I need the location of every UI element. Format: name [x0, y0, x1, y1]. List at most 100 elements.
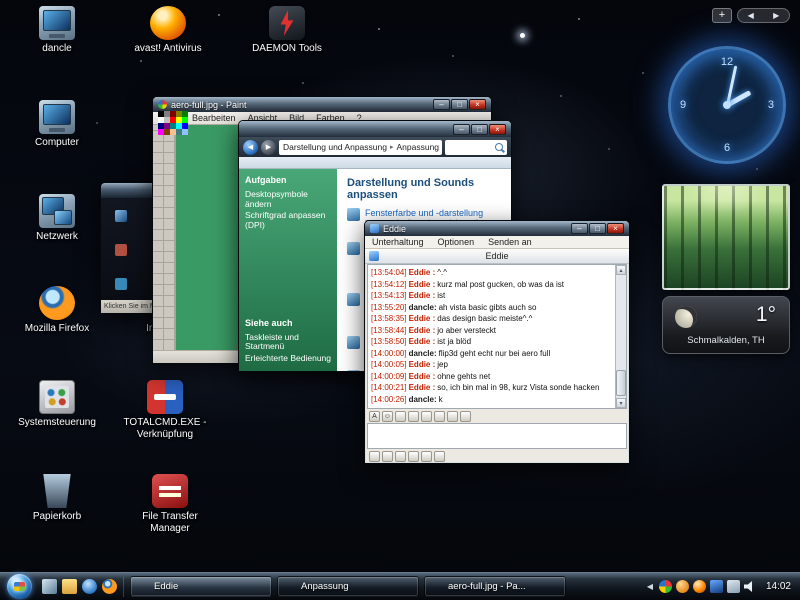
message-time: [14:00:21]	[371, 383, 407, 392]
toolbar-button[interactable]: A	[369, 411, 380, 422]
item-icon	[347, 293, 360, 306]
toolbar-button[interactable]	[369, 451, 380, 462]
prev-arrow-icon[interactable]: ◀	[748, 11, 754, 20]
avast-tray-icon[interactable]	[693, 580, 706, 593]
toolbar-button[interactable]	[447, 411, 458, 422]
taskbar-button[interactable]: Anpassung	[277, 576, 419, 597]
task-link[interactable]: Desktopsymbole ändern	[245, 190, 331, 209]
toolbar-button[interactable]	[395, 451, 406, 462]
minimize-button[interactable]: –	[453, 124, 470, 135]
toolbar-button[interactable]: ☺	[382, 411, 393, 422]
network-tray-icon[interactable]	[727, 580, 740, 593]
chat-message: [14:00:26]dancle:k	[371, 394, 612, 406]
taskbar-button[interactable]: aero-full.jpg - Pa...	[424, 576, 566, 597]
toolbar-button[interactable]	[421, 411, 432, 422]
scrollbar[interactable]: ▴ ▾	[615, 265, 626, 408]
next-arrow-icon[interactable]: ▶	[773, 11, 779, 20]
maximize-button[interactable]: □	[451, 99, 468, 110]
paint-toolbox[interactable]	[153, 125, 176, 350]
breadcrumb-segment[interactable]: Anpassung	[396, 142, 439, 152]
slideshow-gadget[interactable]	[662, 184, 790, 290]
see-also-link[interactable]: Taskleiste und Startmenü	[245, 333, 331, 352]
scroll-down-icon[interactable]: ▾	[616, 398, 626, 408]
add-gadget-button[interactable]: +	[712, 8, 732, 23]
menu-item[interactable]: Unterhaltung	[365, 237, 431, 247]
desktop-icon[interactable]: avast! Antivirus	[126, 6, 210, 55]
toolbar-button[interactable]	[460, 411, 471, 422]
taskbar-clock[interactable]: 14:02	[766, 581, 791, 592]
maximize-button[interactable]: □	[589, 223, 606, 234]
desktop-icon[interactable]: Papierkorb	[15, 474, 99, 523]
title-bar[interactable]: aero-full.jpg - Paint – □ ×	[153, 97, 491, 112]
daemon-tray-icon[interactable]	[710, 580, 723, 593]
close-button[interactable]: ×	[607, 223, 624, 234]
title-bar[interactable]: – □ ×	[239, 121, 511, 137]
breadcrumb[interactable]: Darstellung und Anpassung ▸ Anpassung	[279, 140, 442, 155]
toolbar-button[interactable]	[408, 411, 419, 422]
desktop-icon[interactable]: DAEMON Tools	[245, 6, 329, 55]
chat-message: [13:58:35]Eddie :das design basic meiste…	[371, 313, 612, 325]
computer-icon	[39, 6, 75, 40]
scrollbar-thumb[interactable]	[616, 370, 626, 396]
network-icon	[39, 194, 75, 228]
menu-item[interactable]: Optionen	[431, 237, 482, 247]
chat-message: [14:00:05]Eddie :jep	[371, 359, 612, 371]
toolbar-button[interactable]	[395, 411, 406, 422]
minimize-button[interactable]: –	[571, 223, 588, 234]
message-list: [13:54:04]Eddie :^.^ [13:54:12]Eddie :ku…	[368, 265, 615, 408]
start-button[interactable]	[7, 574, 32, 599]
system-tray: ◀ 14:02	[647, 580, 800, 593]
desktop-icon[interactable]: Systemsteuerung	[15, 380, 99, 429]
toolbar-button[interactable]	[408, 451, 419, 462]
toolbar-button[interactable]	[434, 411, 445, 422]
task-link[interactable]: Schriftgrad anpassen (DPI)	[245, 211, 331, 230]
see-also-link[interactable]: Erleichterte Bedienung	[245, 354, 331, 364]
chat-message: [14:00:00]dancle:flip3d geht echt nur be…	[371, 348, 612, 360]
message-input[interactable]	[367, 423, 627, 449]
desktop-icon[interactable]: TOTALCMD.EXE - Verknüpfung	[123, 380, 207, 441]
forward-button[interactable]: ▶	[261, 140, 276, 155]
desktop-icon[interactable]: Mozilla Firefox	[15, 286, 99, 335]
minimize-button[interactable]: –	[433, 99, 450, 110]
desktop-icon[interactable]: Computer	[15, 100, 99, 149]
update-icon[interactable]	[676, 580, 689, 593]
conversation-header: Eddie	[365, 249, 629, 264]
maximize-button[interactable]: □	[471, 124, 488, 135]
chat-message: [13:58:44]Eddie :jo aber versteckt	[371, 325, 612, 337]
firefox-icon[interactable]	[102, 579, 117, 594]
weather-gadget[interactable]: 1° Schmalkalden, TH	[662, 296, 790, 354]
close-button[interactable]: ×	[469, 99, 486, 110]
volume-icon[interactable]	[744, 580, 757, 593]
desktop-icon[interactable]: File Transfer Manager	[128, 474, 212, 535]
item-title[interactable]: Fensterfarbe und -darstellung	[365, 208, 501, 218]
back-button[interactable]: ◀	[243, 140, 258, 155]
control-panel-icon	[39, 380, 75, 414]
file-icons	[115, 210, 127, 222]
menu-item[interactable]: Bearbeiten	[186, 113, 242, 123]
item-icon	[347, 208, 360, 221]
search-input[interactable]	[445, 140, 507, 155]
menu-item[interactable]: Senden an	[481, 237, 539, 247]
gadget-pager[interactable]: ◀ ▶	[737, 8, 790, 23]
toolbar-button[interactable]	[434, 451, 445, 462]
msn-icon[interactable]	[659, 580, 672, 593]
chat-window[interactable]: Eddie – □ × UnterhaltungOptionenSenden a…	[364, 220, 630, 464]
toolbar-button[interactable]	[382, 451, 393, 462]
message-time: [13:54:12]	[371, 280, 407, 289]
clock-gadget[interactable]: 12 3 6 9	[668, 46, 786, 164]
folder-icon[interactable]	[62, 579, 77, 594]
desktop-icon-label: Mozilla Firefox	[15, 323, 99, 335]
ie-icon[interactable]	[82, 579, 97, 594]
desktop-icon[interactable]: Netzwerk	[15, 194, 99, 243]
close-button[interactable]: ×	[489, 124, 506, 135]
breadcrumb-segment[interactable]: Darstellung und Anpassung	[283, 142, 387, 152]
desktop-icon-label: Computer	[15, 137, 99, 149]
desktop-icon[interactable]: dancle	[15, 6, 99, 55]
show-desktop-icon[interactable]	[42, 579, 57, 594]
title-bar[interactable]: Eddie – □ ×	[365, 221, 629, 236]
tray-chevron-icon[interactable]: ◀	[647, 582, 653, 591]
color-palette[interactable]	[158, 111, 164, 117]
toolbar-button[interactable]	[421, 451, 432, 462]
scroll-up-icon[interactable]: ▴	[616, 265, 626, 275]
taskbar-button[interactable]: Eddie	[130, 576, 272, 597]
